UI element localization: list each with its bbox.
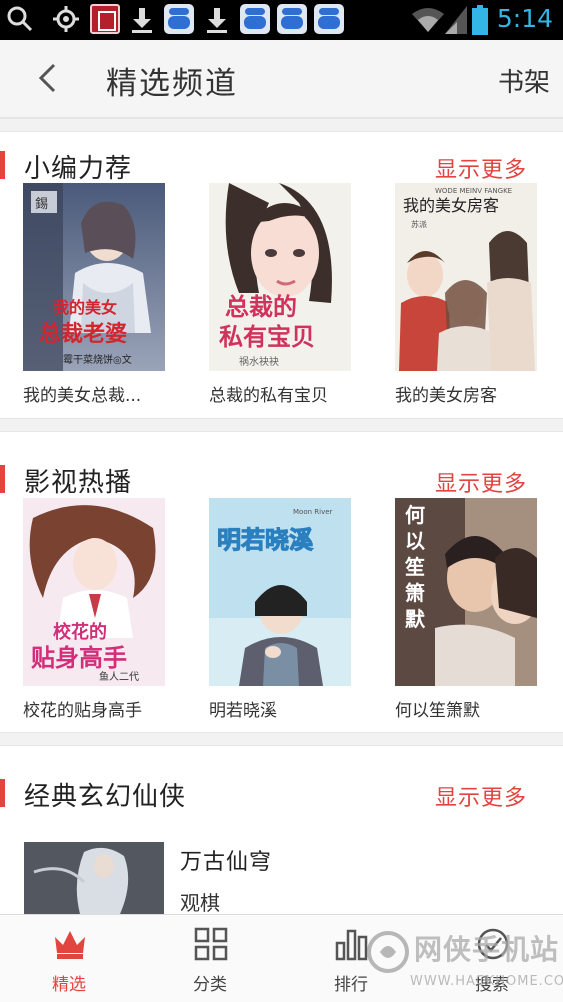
svg-text:明若晓溪: 明若晓溪 [217,526,314,554]
show-more-button[interactable]: 显示更多 [435,466,527,498]
book-cover[interactable]: 我的美女房客 WODE MEINV FANGKE 苏派 [395,183,537,371]
svg-text:笙: 笙 [404,555,425,579]
svg-text:私有宝贝: 私有宝贝 [219,323,315,351]
book-cover[interactable]: 总裁的 私有宝贝 祸水袂袂 [209,183,351,371]
nav-label: 排行 [334,975,368,995]
svg-text:贴身高手: 贴身高手 [31,644,127,672]
book-title[interactable]: 总裁的私有宝贝 [209,381,369,406]
section-title: 影视热播 [24,468,133,498]
nav-tab-search[interactable]: 搜索 [437,915,547,1002]
crown-icon [55,931,85,959]
battery-icon [472,5,488,35]
baidu-icon [314,4,344,34]
book-card[interactable]: 校花的 贴身高手 鱼人二代 校花的贴身高手 [23,498,165,721]
book-cover[interactable]: 明若晓溪 Moon River [209,498,351,686]
location-icon [53,6,79,32]
svg-text:祸水袂袂: 祸水袂袂 [239,355,279,368]
book-card[interactable]: 明若晓溪 Moon River 明若晓溪 [209,498,351,721]
baidu-icon [277,4,307,34]
baidu-icon [164,4,194,34]
svg-text:我的美女房客: 我的美女房客 [403,196,499,215]
svg-text:何: 何 [405,503,425,527]
book-cover[interactable]: 校花的 贴身高手 鱼人二代 [23,498,165,686]
status-bar: 5:14 [0,0,563,40]
show-more-button[interactable]: 显示更多 [435,780,527,812]
cover-badge: 錫 [35,197,48,212]
nav-label: 搜索 [475,975,509,995]
baidu-icon [240,4,270,34]
book-cover[interactable]: 何 以 笙 箫 默 [395,498,537,686]
svg-text:总裁的: 总裁的 [225,293,297,321]
app-notification-icon [90,4,120,34]
nav-tab-ranking[interactable]: 排行 [296,915,406,1002]
svg-text:Moon River: Moon River [293,508,333,516]
svg-text:WODE MEINV FANGKE: WODE MEINV FANGKE [435,187,512,195]
book-title[interactable]: 万古仙穹 [180,844,272,876]
svg-text:我的美女: 我的美女 [53,298,117,317]
bottom-navigation: 精选 分类 排行 搜索 [0,914,563,1002]
svg-text:苏派: 苏派 [411,219,427,229]
book-cover[interactable]: 錫 我的美女 总裁老婆 霉干菜烧饼◎文 [23,183,165,371]
svg-text:默: 默 [405,607,426,631]
download-icon [207,8,227,33]
search-icon [7,6,33,32]
book-cover[interactable] [24,842,164,914]
book-title[interactable]: 明若晓溪 [209,696,369,721]
divider [0,418,563,432]
section-marker [0,151,5,179]
signal-icon [445,6,467,34]
nav-label: 精选 [52,975,86,995]
wifi-icon [412,8,444,32]
section-title: 经典玄幻仙侠 [24,782,187,812]
svg-text:校花的: 校花的 [53,621,107,643]
book-title[interactable]: 我的美女房客 [395,381,555,406]
bookshelf-button[interactable]: 书架 [498,62,550,99]
svg-text:总裁老婆: 总裁老婆 [39,321,127,347]
book-card[interactable]: 总裁的 私有宝贝 祸水袂袂 总裁的私有宝贝 [209,183,351,406]
book-author: 观棋 [180,891,220,915]
svg-text:箫: 箫 [405,581,425,605]
section-marker [0,465,5,493]
page-title: 精选频道 [106,66,238,102]
status-time: 5:14 [496,4,553,33]
grid-icon [194,927,228,961]
nav-tab-category[interactable]: 分类 [155,915,265,1002]
book-card[interactable]: 錫 我的美女 总裁老婆 霉干菜烧饼◎文 我的美女总裁... [23,183,165,406]
download-icon [132,8,152,33]
svg-text:霉干菜烧饼◎文: 霉干菜烧饼◎文 [63,353,132,366]
book-card[interactable]: 何 以 笙 箫 默 何以笙箫默 [395,498,537,721]
divider [0,732,563,746]
bar-chart-icon [335,929,368,961]
nav-label: 分类 [193,975,227,995]
search-icon [477,928,509,960]
back-arrow-icon[interactable] [32,61,66,95]
book-title[interactable]: 校花的贴身高手 [23,696,183,721]
book-title[interactable]: 我的美女总裁... [23,381,183,406]
book-title[interactable]: 何以笙箫默 [395,696,555,721]
section-marker [0,779,5,807]
book-card[interactable]: 我的美女房客 WODE MEINV FANGKE 苏派 我的美女房客 [395,183,537,406]
nav-tab-featured[interactable]: 精选 [14,915,124,1002]
svg-text:鱼人二代: 鱼人二代 [99,670,139,683]
svg-text:以: 以 [405,529,425,553]
divider [0,118,563,132]
section-title: 小编力荐 [24,154,133,184]
app-header: 精选频道 书架 [0,40,563,118]
show-more-button[interactable]: 显示更多 [435,152,527,184]
